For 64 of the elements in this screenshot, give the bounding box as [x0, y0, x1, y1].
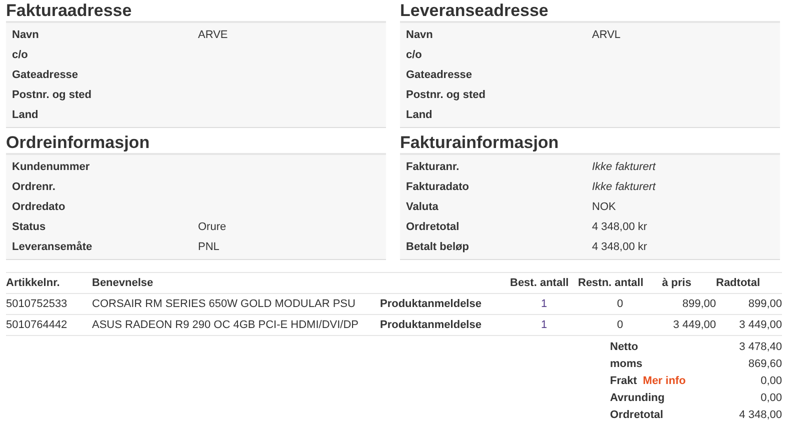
field-label: Ordrenr. — [11, 181, 56, 193]
table-cell: 899,00 — [716, 294, 782, 314]
field-label: Navn — [11, 29, 40, 41]
field-label: Leveransemåte — [11, 241, 94, 253]
table-cell: 3 449,00 — [662, 314, 716, 336]
review-link[interactable]: Produktanmeldelse — [380, 319, 482, 331]
table-cell: 5010752533 — [6, 294, 92, 314]
field-value: ARVE — [198, 29, 228, 41]
field-label: Land — [11, 109, 40, 121]
section-title: Fakturainformasjon — [400, 132, 560, 153]
column-header: Radtotal — [716, 272, 782, 294]
field-label: Land — [405, 109, 434, 121]
field-label: Status — [11, 221, 47, 233]
field-label: c/o — [11, 49, 29, 61]
table-cell: 5010764442 — [6, 314, 92, 336]
field-label: Kundenummer — [11, 161, 91, 173]
total-label: moms — [610, 358, 642, 370]
table-cell: 0 — [578, 314, 662, 336]
table-cell: 3 449,00 — [716, 314, 782, 336]
column-header: Artikkelnr. — [6, 272, 92, 294]
column-header: Best. antall — [510, 272, 578, 294]
field-value: 4 348,00 kr — [592, 241, 648, 253]
field-label: Fakturadato — [405, 181, 470, 193]
total-label: Ordretotal — [610, 408, 664, 420]
review-link[interactable]: Produktanmeldelse — [380, 298, 482, 310]
column-header: Restn. antall — [578, 272, 662, 294]
field-value: 4 348,00 kr — [592, 221, 648, 233]
section-title: Leveranseadresse — [400, 0, 550, 21]
field-label: Gateadresse — [405, 69, 474, 81]
table-cell: 899,00 — [662, 294, 716, 314]
table-cell: ASUS RADEON R9 290 OC 4GB PCI-E HDMI/DVI/DP — [92, 314, 380, 336]
field-label: Gateadresse — [11, 69, 80, 81]
field-label: Ordretotal — [405, 221, 460, 233]
section-title: Fakturaadresse — [6, 0, 133, 21]
total-value: 3 478,40 — [739, 340, 782, 352]
total-value: 0,00 — [760, 374, 782, 386]
table-cell: 1 — [510, 314, 578, 336]
field-value: Ikke fakturert — [592, 161, 656, 173]
field-label: Postnr. og sted — [405, 89, 486, 101]
field-value: Orure — [198, 221, 226, 233]
table-cell: 0 — [578, 294, 662, 314]
column-header: Benevnelse — [92, 272, 380, 294]
field-label: Betalt beløp — [405, 241, 470, 253]
more-info-link[interactable]: Mer info — [642, 374, 686, 386]
field-label: Ordredato — [11, 201, 66, 213]
field-value: Ikke fakturert — [592, 181, 656, 193]
field-label: Postnr. og sted — [11, 89, 92, 101]
table-cell: CORSAIR RM SERIES 650W GOLD MODULAR PSU — [92, 294, 380, 314]
total-label: Netto — [610, 340, 638, 352]
section-title: Ordreinformasjon — [6, 132, 151, 153]
column-header: à pris — [662, 272, 716, 294]
field-value: NOK — [592, 201, 616, 213]
field-label: Fakturanr. — [405, 161, 460, 173]
total-label: Frakt — [610, 374, 637, 386]
total-label: Avrunding — [610, 392, 665, 404]
field-label: Navn — [405, 29, 434, 41]
table-cell: 1 — [510, 294, 578, 314]
field-value: ARVL — [592, 29, 621, 41]
field-label: Valuta — [405, 201, 440, 213]
field-value: PNL — [198, 241, 220, 253]
total-value: 869,60 — [748, 358, 782, 370]
total-value: 0,00 — [760, 392, 782, 404]
total-value: 4 348,00 — [739, 408, 782, 420]
field-label: c/o — [405, 49, 423, 61]
